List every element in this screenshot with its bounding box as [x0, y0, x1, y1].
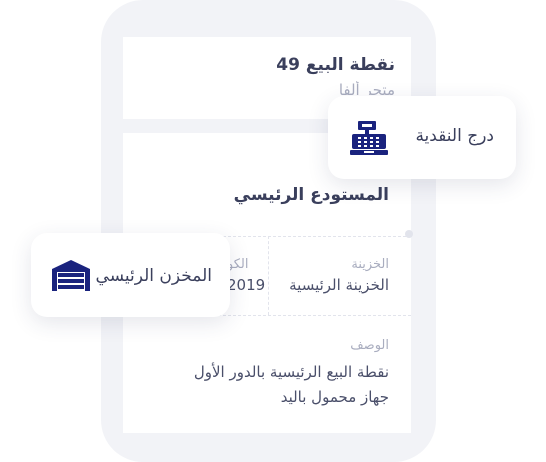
description-text: نقطة البيع الرئيسية بالدور الأول جهاز مح…: [149, 360, 389, 410]
cash-register-icon: [350, 121, 388, 155]
description-line: جهاز محمول باليد: [280, 388, 389, 406]
main-store-chip[interactable]: المخزن الرئيسي: [31, 233, 230, 317]
pos-subtitle: متجر ألفا: [338, 81, 395, 95]
pos-title: نقطة البيع 49: [276, 55, 395, 75]
description-label: الوصف: [350, 338, 389, 353]
cash-drawer-chip[interactable]: درج النقدية: [328, 96, 516, 179]
main-store-label: المخزن الرئيسي: [95, 266, 212, 286]
divider: [268, 236, 269, 315]
code-value: 2019: [227, 276, 266, 294]
store-name: المستودع الرئيسي: [233, 185, 389, 205]
code-label: الكو: [227, 257, 249, 272]
cash-drawer-label: درج النقدية: [415, 126, 494, 146]
treasury-label: الخزينة: [351, 257, 389, 272]
indicator-dot: [405, 230, 413, 238]
description-line: نقطة البيع الرئيسية بالدور الأول: [193, 363, 389, 381]
treasury-value: الخزينة الرئيسية: [289, 276, 389, 294]
warehouse-icon: [52, 260, 90, 291]
